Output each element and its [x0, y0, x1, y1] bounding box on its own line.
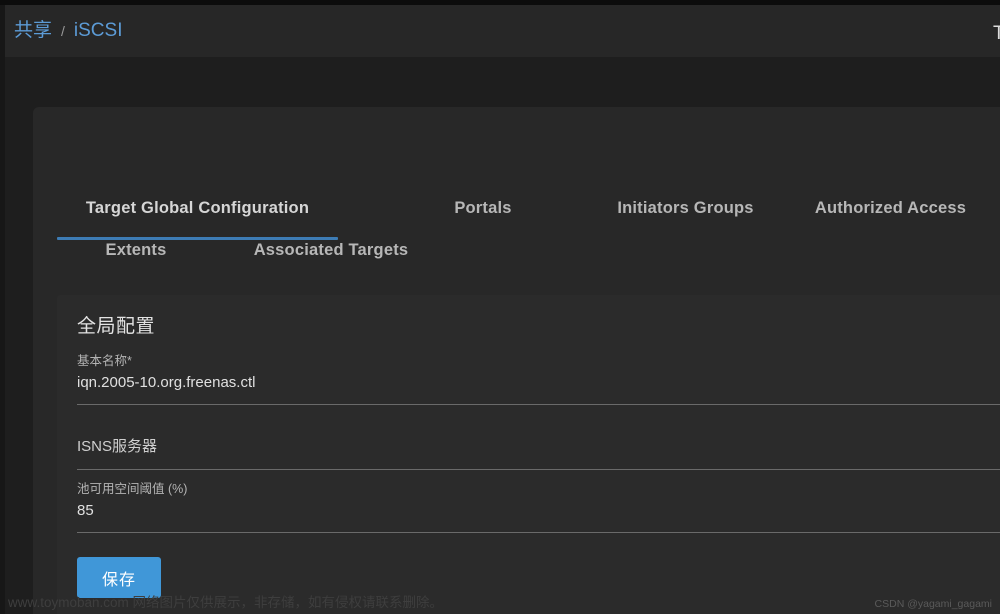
breadcrumb: 共享 / iSCSI	[14, 19, 122, 43]
header-truncated-text: T	[993, 23, 1000, 44]
tab-initiators-groups[interactable]: Initiators Groups	[598, 185, 773, 231]
page-content: Target Global Configuration Portals Init…	[5, 57, 1000, 614]
save-button[interactable]: 保存	[77, 557, 161, 598]
field-base-name-required-marker: *	[127, 354, 132, 368]
tab-portals[interactable]: Portals	[398, 185, 568, 231]
form-title: 全局配置	[77, 316, 156, 337]
tab-authorized-access[interactable]: Authorized Access	[803, 185, 978, 231]
field-isns-server-underline	[77, 469, 1000, 470]
field-pool-available-threshold: 池可用空间阈值 (%) 85	[77, 481, 1000, 533]
field-base-name-label: 基本名称*	[77, 353, 1000, 369]
tab-target-global-configuration[interactable]: Target Global Configuration	[57, 185, 338, 240]
breadcrumb-item-shares[interactable]: 共享	[14, 19, 52, 43]
field-isns-server-label[interactable]: ISNS服务器	[77, 437, 1000, 457]
field-base-name: 基本名称* iqn.2005-10.org.freenas.ctl	[77, 353, 1000, 405]
tab-associated-targets[interactable]: Associated Targets	[231, 227, 431, 273]
field-base-name-label-text: 基本名称	[77, 354, 128, 368]
field-base-name-input[interactable]: iqn.2005-10.org.freenas.ctl	[77, 373, 1000, 393]
field-base-name-underline	[77, 404, 1000, 405]
field-isns-server: ISNS服务器	[77, 437, 1000, 470]
global-configuration-form: 全局配置 基本名称* iqn.2005-10.org.freenas.ctl I…	[57, 295, 1000, 614]
page-header-bar: 共享 / iSCSI T	[5, 5, 1000, 57]
breadcrumb-separator: /	[61, 23, 65, 39]
tab-extents[interactable]: Extents	[71, 227, 201, 273]
field-pool-available-threshold-label: 池可用空间阈值 (%)	[77, 482, 188, 496]
iscsi-card: Target Global Configuration Portals Init…	[33, 107, 1000, 614]
field-pool-available-threshold-input[interactable]: 85	[77, 501, 1000, 521]
tab-bar: Target Global Configuration Portals Init…	[33, 185, 1000, 273]
breadcrumb-item-iscsi[interactable]: iSCSI	[74, 19, 123, 43]
tab-row-primary: Target Global Configuration Portals Init…	[33, 185, 1000, 240]
iscsi-settings-page: 共享 / iSCSI T Target Global Configuration…	[0, 0, 1000, 614]
field-pool-available-threshold-underline	[77, 532, 1000, 533]
tab-row-secondary: Extents Associated Targets	[33, 231, 1000, 273]
